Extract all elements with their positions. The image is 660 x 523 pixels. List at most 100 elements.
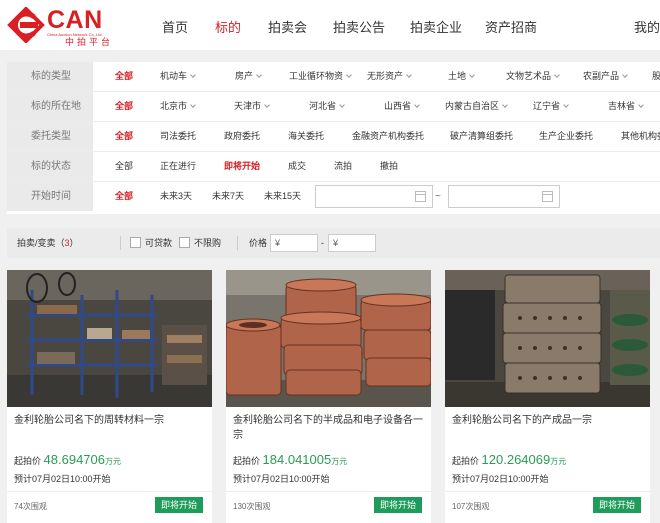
lot-title[interactable]: 金利轮胎公司名下的半成品和电子设备各一宗 — [233, 413, 423, 443]
start-date-input[interactable] — [315, 185, 433, 208]
chevron-down-icon — [190, 72, 196, 78]
nav-asset-investment[interactable]: 资产招商 — [485, 17, 537, 36]
lot-image[interactable] — [7, 270, 212, 407]
lot-price: 起拍价 184.041005万元 — [233, 452, 348, 467]
filter-option-7days[interactable]: 未来7天 — [212, 182, 244, 211]
lot-start-date: 预计07月02日10:00开始 — [14, 474, 111, 484]
filter-option-sold[interactable]: 成交 — [288, 152, 306, 181]
filter-option-intangible[interactable]: 无形资产 — [367, 62, 412, 91]
loan-checkbox-label[interactable]: 可贷款 — [145, 228, 172, 258]
filter-option-bankruptcy[interactable]: 破产清算组委托 — [450, 122, 513, 151]
filter-option-jilin[interactable]: 吉林省 — [608, 92, 644, 121]
nav-my-account[interactable]: 我的拍 — [634, 17, 660, 36]
filter-label-entrust: 委托类型 — [7, 122, 93, 151]
lot-card[interactable]: 金利轮胎公司名下的周转材料一宗 起拍价 48.694706万元 预计07月02日… — [7, 270, 212, 523]
filter-option-land[interactable]: 土地 — [448, 62, 475, 91]
price-min-input[interactable]: ¥ — [270, 234, 318, 252]
lot-footer: 107次围观 即将开始 — [445, 491, 650, 523]
filter-option-art[interactable]: 文物艺术品 — [506, 62, 560, 91]
lot-footer: 130次围观 即将开始 — [226, 491, 431, 523]
end-date-input[interactable] — [448, 185, 560, 208]
lot-start-date: 预计07月02日10:00开始 — [452, 474, 549, 484]
chevron-down-icon — [469, 72, 475, 78]
filter-label-location: 标的所在地 — [7, 92, 93, 121]
site-logo[interactable]: CAN China Auction Network Co.,Ltd 中拍平台 — [5, 4, 110, 47]
logo-brand: CAN — [47, 6, 103, 34]
view-count: 130次围观 — [233, 502, 271, 511]
nav-auction-notices[interactable]: 拍卖公告 — [333, 17, 385, 36]
upcoming-button[interactable]: 即将开始 — [374, 497, 422, 513]
filter-label-status: 标的状态 — [7, 152, 93, 181]
filter-option-withdrawn[interactable]: 撤拍 — [380, 152, 398, 181]
filter-option-customs[interactable]: 海关委托 — [288, 122, 324, 151]
filter-option-all[interactable]: 全部 — [115, 62, 133, 91]
lot-footer: 74次围观 即将开始 — [7, 491, 212, 523]
nav-home[interactable]: 首页 — [162, 17, 188, 36]
filter-row-status: 标的状态 全部 正在进行 即将开始 成交 流拍 撤拍 — [7, 152, 660, 182]
filter-option-shanxi[interactable]: 山西省 — [384, 92, 420, 121]
nav-auctions[interactable]: 拍卖会 — [268, 17, 307, 36]
chevron-down-icon — [346, 72, 352, 78]
filter-option-agri[interactable]: 农副产品 — [583, 62, 628, 91]
filter-option-tianjin[interactable]: 天津市 — [234, 92, 270, 121]
price-label: 价格 — [249, 238, 268, 248]
nav-auction-companies[interactable]: 拍卖企业 — [410, 17, 462, 36]
filter-option-government[interactable]: 政府委托 — [224, 122, 260, 151]
filter-option-all[interactable]: 全部 — [115, 152, 133, 181]
filter-option-ongoing[interactable]: 正在进行 — [160, 152, 196, 181]
lot-image[interactable] — [445, 270, 650, 407]
rusty-steel-rings-photo-icon — [226, 270, 431, 407]
upcoming-button[interactable]: 即将开始 — [593, 497, 641, 513]
filter-option-all[interactable]: 全部 — [115, 92, 133, 121]
filter-option-beijing[interactable]: 北京市 — [160, 92, 196, 121]
filter-option-industrial[interactable]: 工业循环物资 — [289, 62, 352, 91]
filter-option-3days[interactable]: 未来3天 — [160, 182, 192, 211]
filter-option-hebei[interactable]: 河北省 — [309, 92, 345, 121]
filter-option-upcoming[interactable]: 即将开始 — [224, 152, 260, 181]
filter-option-failed[interactable]: 流拍 — [334, 152, 352, 181]
filter-label-start-time: 开始时间 — [7, 182, 93, 211]
calendar-icon[interactable] — [542, 191, 553, 202]
no-purchase-limit-label[interactable]: 不限购 — [194, 228, 221, 258]
filter-option-vehicle[interactable]: 机动车 — [160, 62, 196, 91]
filter-option-equity[interactable]: 股 — [652, 62, 660, 91]
nav-lots[interactable]: 标的 — [215, 17, 241, 36]
filter-option-financial[interactable]: 金融资产机构委托 — [352, 122, 424, 151]
filter-panel: 标的类型 全部 机动车 房产 工业循环物资 无形资产 土地 文物艺术品 农副产品… — [7, 62, 660, 214]
lot-title[interactable]: 金利轮胎公司名下的周转材料一宗 — [14, 413, 204, 428]
upcoming-button[interactable]: 即将开始 — [155, 497, 203, 513]
no-purchase-limit-checkbox[interactable] — [179, 237, 190, 248]
filter-option-all[interactable]: 全部 — [115, 182, 133, 211]
starting-price: 48.694706 — [43, 452, 105, 467]
loan-checkbox[interactable] — [130, 237, 141, 248]
filter-row-category: 标的类型 全部 机动车 房产 工业循环物资 无形资产 土地 文物艺术品 农副产品… — [7, 62, 660, 92]
filter-option-liaoning[interactable]: 辽宁省 — [533, 92, 569, 121]
filter-option-inner-mongolia[interactable]: 内蒙古自治区 — [445, 92, 508, 121]
price-max-input[interactable]: ¥ — [328, 234, 376, 252]
filter-option-judicial[interactable]: 司法委托 — [160, 122, 196, 151]
lot-card[interactable]: 金利轮胎公司名下的产成品一宗 起拍价 120.264069万元 预计07月02日… — [445, 270, 650, 523]
filter-option-other[interactable]: 其他机构委 — [621, 122, 660, 151]
lot-card[interactable]: 金利轮胎公司名下的半成品和电子设备各一宗 起拍价 184.041005万元 预计… — [226, 270, 431, 523]
filter-option-15days[interactable]: 未来15天 — [264, 182, 301, 211]
lot-start-date: 预计07月02日10:00开始 — [233, 474, 330, 484]
lot-title[interactable]: 金利轮胎公司名下的产成品一宗 — [452, 413, 642, 428]
lot-image[interactable] — [226, 270, 431, 407]
auction-type-tab[interactable]: 拍卖/变卖（3） — [17, 228, 79, 258]
chevron-down-icon — [264, 102, 270, 108]
view-count: 107次围观 — [452, 502, 490, 511]
divider — [237, 236, 238, 250]
calendar-icon[interactable] — [415, 191, 426, 202]
filter-row-entrust: 委托类型 全部 司法委托 政府委托 海关委托 金融资产机构委托 破产清算组委托 … — [7, 122, 660, 152]
chevron-down-icon — [339, 102, 345, 108]
site-header: CAN China Auction Network Co.,Ltd 中拍平台 首… — [0, 0, 660, 50]
filter-option-all[interactable]: 全部 — [115, 122, 133, 151]
chevron-down-icon — [256, 72, 262, 78]
warehouse-shelves-photo-icon — [7, 270, 212, 407]
sort-bar: 拍卖/变卖（3） 可贷款 不限购 价格 ¥ - ¥ — [7, 228, 660, 258]
filter-row-start-time: 开始时间 全部 未来3天 未来7天 未来15天 ~ — [7, 182, 660, 212]
filter-label-category: 标的类型 — [7, 62, 93, 91]
filter-option-property[interactable]: 房产 — [235, 62, 262, 91]
filter-option-enterprise[interactable]: 生产企业委托 — [539, 122, 593, 151]
chevron-down-icon — [502, 102, 508, 108]
